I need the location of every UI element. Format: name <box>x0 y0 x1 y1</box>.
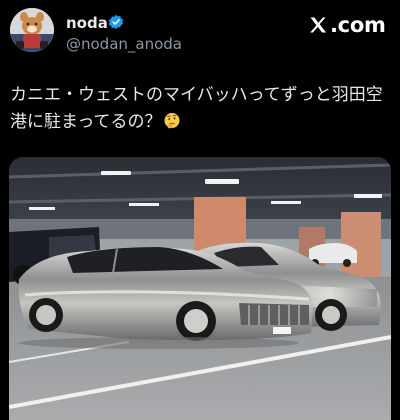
author-display-name[interactable]: noda <box>66 14 108 32</box>
tweet-text-line-2: 港に駐まってるの？ <box>10 112 162 132</box>
author-handle[interactable]: @nodan_anoda <box>66 35 182 53</box>
x-brand-label: .com <box>330 13 386 37</box>
verified-badge-icon <box>108 14 124 30</box>
tweet-header: noda @nodan_anoda .com <box>0 0 400 64</box>
thinking-face-icon <box>164 113 180 129</box>
tweet-card: noda @nodan_anoda .com カニエ・ウェストのマイバッハってず… <box>0 0 400 420</box>
tweet-text-line-2-wrap: 港に駐まってるの？ <box>10 109 390 136</box>
tweet-text-line-1: カニエ・ウェストのマイバッハってずっと羽田空 <box>10 85 383 105</box>
tweet-media-photo[interactable] <box>9 157 391 420</box>
x-logo-icon <box>310 17 326 33</box>
avatar-character-icon <box>10 8 54 52</box>
x-brand[interactable]: .com <box>308 12 386 38</box>
avatar[interactable] <box>10 8 54 52</box>
parking-garage-photo <box>9 157 391 420</box>
tweet-text: カニエ・ウェストのマイバッハってずっと羽田空 港に駐まってるの？ <box>10 82 390 136</box>
